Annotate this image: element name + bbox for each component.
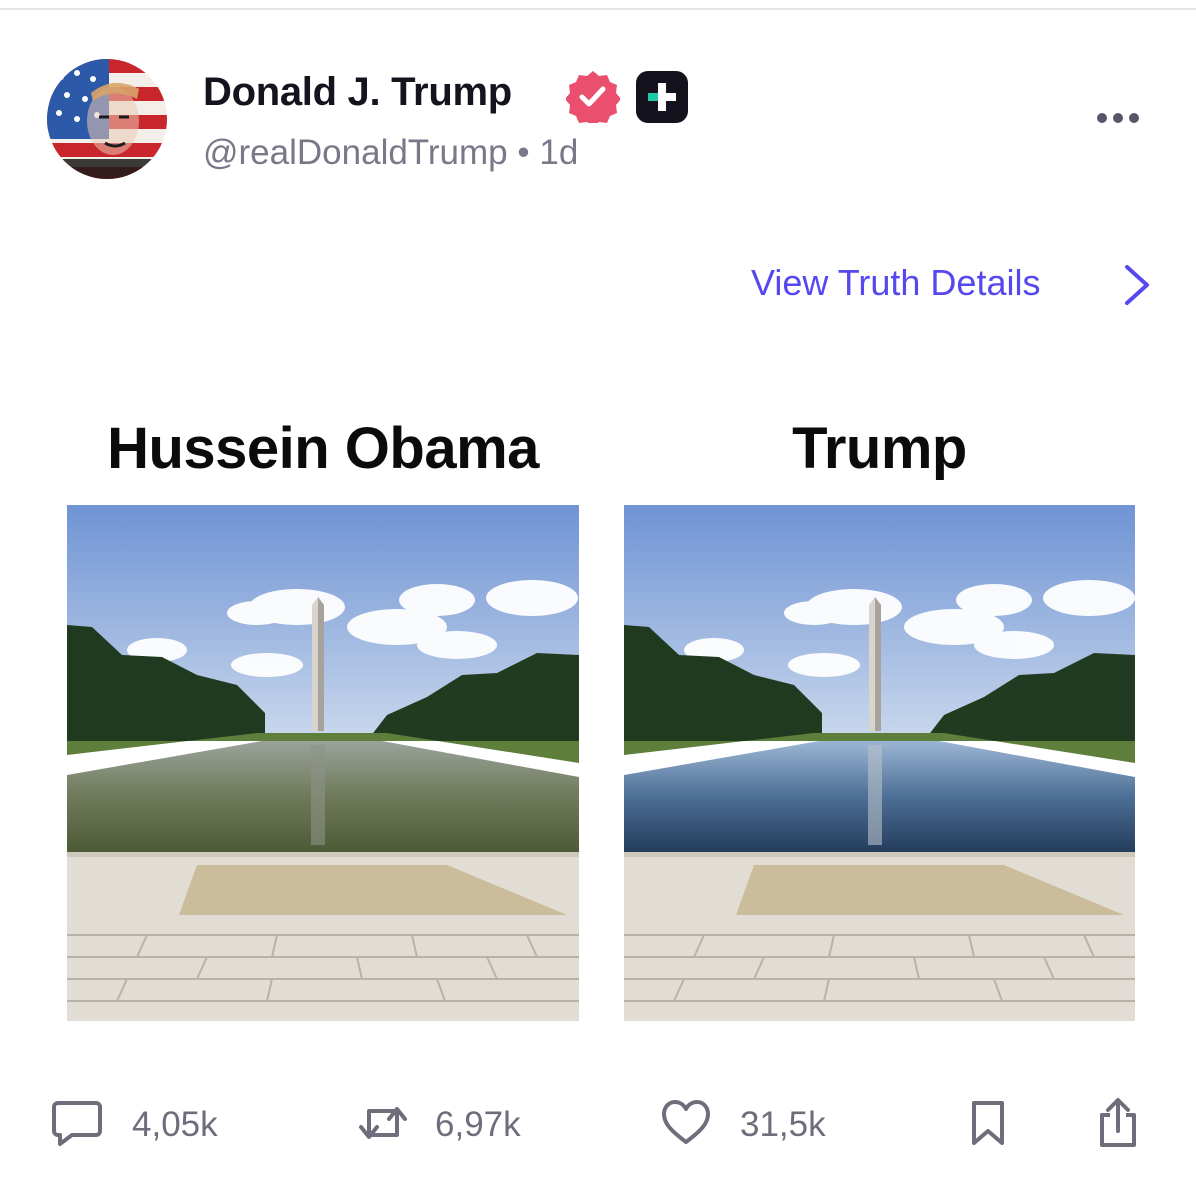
meme-label-right: Trump (792, 416, 967, 481)
chevron-right-icon[interactable] (1119, 262, 1155, 308)
reply-count: 4,05k (132, 1105, 218, 1144)
share-action[interactable] (1094, 1097, 1142, 1149)
author-meta: @realDonaldTrump • 1d (203, 133, 578, 173)
bookmark-action[interactable] (966, 1097, 1010, 1149)
meme-label-left: Hussein Obama (107, 416, 539, 481)
avatar[interactable] (47, 59, 167, 179)
share-icon[interactable] (1094, 1097, 1142, 1149)
reply-icon[interactable] (50, 1097, 106, 1149)
reflecting-pool-photo-right[interactable] (624, 505, 1135, 1021)
retruth-count: 6,97k (435, 1105, 521, 1144)
meta-separator: • (517, 133, 530, 172)
bookmark-icon[interactable] (966, 1097, 1010, 1149)
author-display-name[interactable]: Donald J. Trump (203, 70, 512, 115)
heart-icon[interactable] (660, 1097, 712, 1149)
verified-badge-icon (566, 71, 620, 123)
top-divider (0, 8, 1196, 10)
more-options-icon[interactable] (1094, 105, 1142, 131)
like-count: 31,5k (740, 1105, 826, 1144)
view-truth-details-link[interactable]: View Truth Details (751, 262, 1040, 304)
reply-action[interactable]: 4,05k (50, 1097, 250, 1149)
retruth-icon[interactable] (355, 1097, 411, 1149)
retruth-action[interactable]: 6,97k (355, 1097, 555, 1149)
like-action[interactable]: 31,5k (660, 1097, 860, 1149)
reflecting-pool-photo-left[interactable] (67, 505, 579, 1021)
post-time[interactable]: 1d (539, 133, 578, 172)
author-handle[interactable]: @realDonaldTrump (203, 133, 508, 172)
plus-badge-icon (636, 71, 688, 123)
